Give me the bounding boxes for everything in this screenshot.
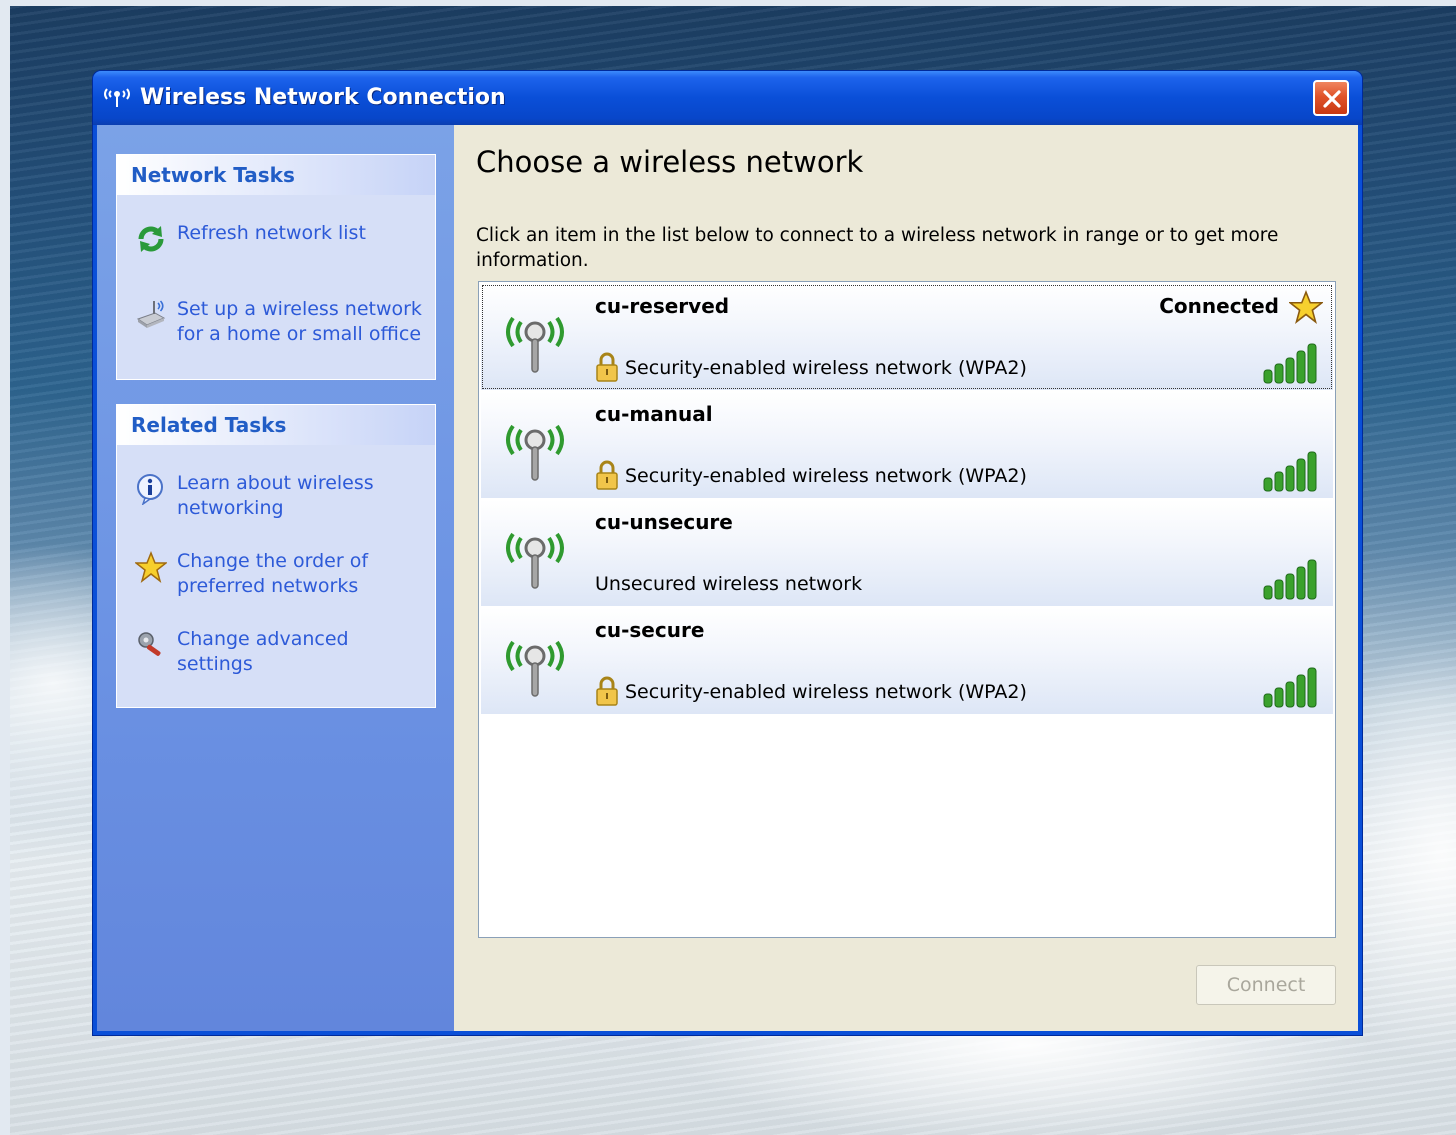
wireless-antenna-icon <box>104 88 130 107</box>
star-icon <box>135 551 167 583</box>
lock-icon <box>596 676 618 706</box>
security-label: Security-enabled wireless network (WPA2) <box>625 357 1027 379</box>
title-bar[interactable]: Wireless Network Connection <box>93 71 1362 125</box>
change-advanced-settings-label: Change advanced settings <box>177 628 349 675</box>
network-list-item[interactable]: cu-reserved Connected Security-enabled w… <box>481 284 1333 390</box>
network-name: cu-unsecure <box>595 510 733 534</box>
security-label: Security-enabled wireless network (WPA2) <box>625 465 1027 487</box>
setup-wireless-network-link[interactable]: Set up a wireless network for a home or … <box>117 297 435 353</box>
network-list-item[interactable]: cu-unsecure Unsecured wireless network <box>481 500 1333 606</box>
related-tasks-panel: Related Tasks Learn about wireless netwo… <box>116 404 436 708</box>
window-client-area: Network Tasks Refresh network list Set u… <box>97 125 1358 1031</box>
wireless-antenna-icon <box>506 424 564 481</box>
security-label: Security-enabled wireless network (WPA2) <box>625 681 1027 703</box>
wireless-antenna-icon <box>506 532 564 589</box>
desktop-edge <box>0 0 10 1135</box>
network-name: cu-reserved <box>595 294 730 318</box>
lock-icon <box>596 460 618 490</box>
network-name: cu-secure <box>595 618 705 642</box>
network-list-item[interactable]: cu-secure Security-enabled wireless netw… <box>481 608 1333 714</box>
window-title: Wireless Network Connection <box>140 85 506 110</box>
security-label: Unsecured wireless network <box>595 573 863 595</box>
network-tasks-panel: Network Tasks Refresh network list Set u… <box>116 154 436 380</box>
info-icon <box>137 474 163 505</box>
refresh-network-list-label: Refresh network list <box>177 222 366 244</box>
change-advanced-settings-link[interactable]: Change advanced settings <box>117 627 435 683</box>
refresh-icon <box>138 226 164 252</box>
settings-wrench-icon <box>138 632 161 656</box>
signal-strength-icon <box>1263 343 1317 384</box>
learn-about-wireless-label: Learn about wireless networking <box>177 472 374 519</box>
lock-icon <box>596 352 618 382</box>
close-button[interactable] <box>1313 80 1349 116</box>
change-order-preferred-label: Change the order of preferred networks <box>177 550 369 597</box>
refresh-network-list-link[interactable]: Refresh network list <box>117 221 435 261</box>
wireless-setup-icon <box>136 300 166 328</box>
close-icon <box>1323 90 1341 108</box>
setup-wireless-network-label: Set up a wireless network for a home or … <box>177 298 422 345</box>
network-tasks-heading: Network Tasks <box>117 155 435 195</box>
wireless-antenna-icon <box>506 640 564 697</box>
learn-about-wireless-link[interactable]: Learn about wireless networking <box>117 471 435 527</box>
connection-status: Connected <box>1159 294 1279 318</box>
task-pane: Network Tasks Refresh network list Set u… <box>97 125 454 1031</box>
network-list-item[interactable]: cu-manual Security-enabled wireless netw… <box>481 392 1333 498</box>
wireless-network-list[interactable]: cu-reserved Connected Security-enabled w… <box>478 281 1336 938</box>
wireless-antenna-icon <box>506 316 564 373</box>
network-name: cu-manual <box>595 402 713 426</box>
connect-button[interactable]: Connect <box>1196 965 1336 1005</box>
change-order-preferred-link[interactable]: Change the order of preferred networks <box>117 549 435 605</box>
signal-strength-icon <box>1263 451 1317 492</box>
related-tasks-heading: Related Tasks <box>117 405 435 445</box>
signal-strength-icon <box>1263 559 1317 600</box>
star-icon <box>1289 290 1323 324</box>
page-title: Choose a wireless network <box>476 145 864 179</box>
signal-strength-icon <box>1263 667 1317 708</box>
wireless-network-window: Wireless Network Connection Network Task… <box>93 71 1362 1035</box>
instructions-text: Click an item in the list below to conne… <box>476 225 1279 271</box>
